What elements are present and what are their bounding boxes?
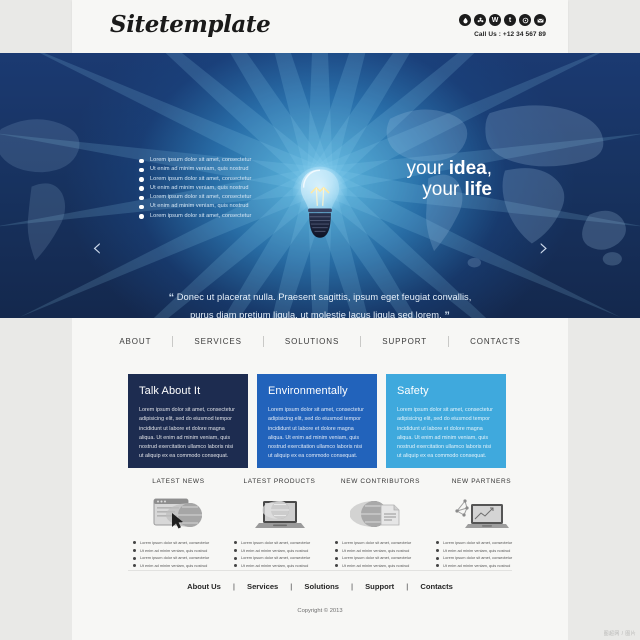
hero-quote: “ Donec ut placerat nulla. Praesent sagi… (0, 289, 640, 318)
list-item: Lorem ipsum dolor sit amet, consectetur (139, 213, 264, 219)
section-latest-news: LATEST NEWS Lorem ipsum dolor sit amet, … (128, 478, 229, 571)
nav-item-services[interactable]: SERVICES (173, 337, 263, 346)
lightbulb-icon (292, 166, 348, 238)
footer-divider (128, 570, 512, 571)
headline-bold-idea: idea (448, 158, 487, 179)
headline-plain-2: your (422, 179, 465, 201)
section-heading: NEW CONTRIBUTORS (340, 478, 421, 485)
card-title: Environmentally (268, 385, 348, 397)
card-title: Talk About It (139, 385, 201, 397)
list-item[interactable]: Ut enim ad minim veniam, quis nostrud (133, 548, 229, 554)
lower-sections: LATEST NEWS Lorem ipsum dolor sit amet, … (128, 478, 532, 571)
list-item[interactable]: Ut enim ad minim veniam, quis nostrud (133, 563, 229, 569)
wordpress-icon[interactable]: W (489, 14, 501, 26)
list-item[interactable]: Lorem ipsum dolor sit amet, consectetur (234, 540, 330, 546)
browser-globe-cursor-icon (153, 498, 202, 529)
footer-link-solutions[interactable]: Solutions (292, 582, 351, 591)
section-latest-products: LATEST PRODUCTS Lorem ipsum dolor sit am… (229, 478, 330, 571)
list-item[interactable]: Lorem ipsum dolor sit amet, consectetur (436, 555, 532, 561)
headline-bold-life: life (464, 179, 492, 201)
list-item: Lorem ipsum dolor sit amet, consectetur (139, 194, 264, 201)
footer-link-about-us[interactable]: About Us (175, 582, 233, 591)
nav-item-about[interactable]: ABOUT (98, 337, 172, 346)
card-body: Lorem ipsum dolor sit amet, consectetur … (397, 407, 493, 460)
nav-item-support[interactable]: SUPPORT (361, 337, 448, 346)
thumbnail (229, 494, 330, 534)
list-item: Lorem ipsum dolor sit amet, consectetur (139, 176, 264, 182)
list-item[interactable]: Ut enim ad minim veniam, quis nostrud (234, 548, 330, 554)
footer-link-services[interactable]: Services (235, 582, 290, 591)
list-item[interactable]: Ut enim ad minim veniam, quis nostrud (234, 563, 330, 569)
section-heading: LATEST PRODUCTS (243, 478, 316, 485)
slider-prev-arrow[interactable]: ‹ (86, 233, 108, 263)
list-item: Lorem ipsum dolor sit amet, consectetur (139, 157, 264, 163)
copyright-text: Copyright © 2013 (297, 608, 343, 614)
card-title: Safety (397, 385, 429, 397)
globe-document-icon (349, 501, 399, 527)
quote-close-mark: ” (444, 310, 450, 318)
list-item[interactable]: Lorem ipsum dolor sit amet, consectetur (234, 555, 330, 561)
thumbnail (330, 494, 431, 534)
dribbble-icon[interactable] (459, 14, 471, 26)
list-item[interactable]: Ut enim ad minim veniam, quis nostrud (335, 548, 431, 554)
hero-headline: your idea, your life (406, 158, 492, 201)
hero-slider: Lorem ipsum dolor sit amet, consectetur … (0, 53, 640, 318)
card-body: Lorem ipsum dolor sit amet, consectetur … (268, 407, 364, 460)
feature-card-talk-about-it[interactable]: Talk About It Lorem ipsum dolor sit amet… (128, 374, 248, 468)
call-us-label: Call Us : +12 34 567 89 (474, 31, 546, 38)
section-list: Lorem ipsum dolor sit amet, consectetur … (229, 540, 330, 569)
page-root: Sitetemplate W t Call Us : +12 34 567 89 (0, 0, 640, 640)
footer-link-support[interactable]: Support (353, 582, 406, 591)
list-item[interactable]: Lorem ipsum dolor sit amet, consectetur (436, 540, 532, 546)
headline-comma: , (486, 158, 492, 179)
thumbnail (128, 494, 229, 534)
watermark: 图超网 / 图片 (603, 631, 636, 637)
list-item[interactable]: Lorem ipsum dolor sit amet, consectetur (133, 540, 229, 546)
footer-navigation: About Us | Services | Solutions | Suppor… (72, 582, 568, 591)
rss-icon[interactable] (519, 14, 531, 26)
list-item[interactable]: Ut enim ad minim veniam, quis nostrud (436, 563, 532, 569)
section-list: Lorem ipsum dolor sit amet, consectetur … (128, 540, 229, 569)
section-heading: LATEST NEWS (152, 478, 205, 485)
quote-line-1: Donec ut placerat nulla. Praesent sagitt… (176, 292, 472, 302)
section-new-contributors: NEW CONTRIBUTORS Lorem ipsum dolor sit a… (330, 478, 431, 571)
tumblr-icon[interactable]: t (504, 14, 516, 26)
list-item[interactable]: Ut enim ad minim veniam, quis nostrud (335, 563, 431, 569)
feature-card-environmentally[interactable]: Environmentally Lorem ipsum dolor sit am… (257, 374, 377, 468)
feature-card-safety[interactable]: Safety Lorem ipsum dolor sit amet, conse… (386, 374, 506, 468)
hero-feature-list: Lorem ipsum dolor sit amet, consectetur … (139, 157, 264, 222)
content-panel: ABOUT SERVICES SOLUTIONS SUPPORT CONTACT… (72, 318, 568, 640)
section-new-partners: NEW PARTNERS Lorem ipsum dolor sit amet,… (431, 478, 532, 571)
headline-plain-1: your (406, 158, 449, 179)
list-item[interactable]: Lorem ipsum dolor sit amet, consectetur (133, 555, 229, 561)
world-map-graphic (386, 105, 626, 268)
feature-cards: Talk About It Lorem ipsum dolor sit amet… (128, 374, 506, 468)
card-body: Lorem ipsum dolor sit amet, consectetur … (139, 407, 235, 460)
world-map-graphic-left (0, 119, 80, 261)
email-icon[interactable] (534, 14, 546, 26)
thumbnail (431, 494, 532, 534)
section-list: Lorem ipsum dolor sit amet, consectetur … (330, 540, 431, 569)
nav-item-contacts[interactable]: CONTACTS (449, 337, 542, 346)
section-list: Lorem ipsum dolor sit amet, consectetur … (431, 540, 532, 569)
laptop-globe-icon (254, 501, 305, 528)
list-item[interactable]: Ut enim ad minim veniam, quis nostrud (436, 548, 532, 554)
footer-link-contacts[interactable]: Contacts (408, 582, 465, 591)
quote-line-2: purus diam pretium ligula, ut molestie l… (190, 310, 442, 318)
list-item: Ut enim ad minim veniam, quis nostrud (139, 166, 264, 173)
slider-next-arrow[interactable]: › (533, 233, 555, 263)
list-item: Ut enim ad minim veniam, quis nostrud (139, 185, 264, 191)
list-item: Ut enim ad minim veniam, quis nostrud (139, 203, 264, 210)
site-header: Sitetemplate W t Call Us : +12 34 567 89 (72, 0, 568, 53)
section-heading: NEW PARTNERS (451, 478, 512, 485)
list-item[interactable]: Lorem ipsum dolor sit amet, consectetur (335, 540, 431, 546)
social-icon-bar: W t (459, 14, 546, 26)
quote-open-mark: “ (168, 292, 175, 304)
site-logo[interactable]: Sitetemplate (110, 11, 271, 38)
nav-item-solutions[interactable]: SOLUTIONS (264, 337, 360, 346)
main-navigation: ABOUT SERVICES SOLUTIONS SUPPORT CONTACT… (72, 336, 568, 347)
list-item[interactable]: Lorem ipsum dolor sit amet, consectetur (335, 555, 431, 561)
laptop-chart-icon (454, 499, 509, 528)
flickr-icon[interactable] (474, 14, 486, 26)
